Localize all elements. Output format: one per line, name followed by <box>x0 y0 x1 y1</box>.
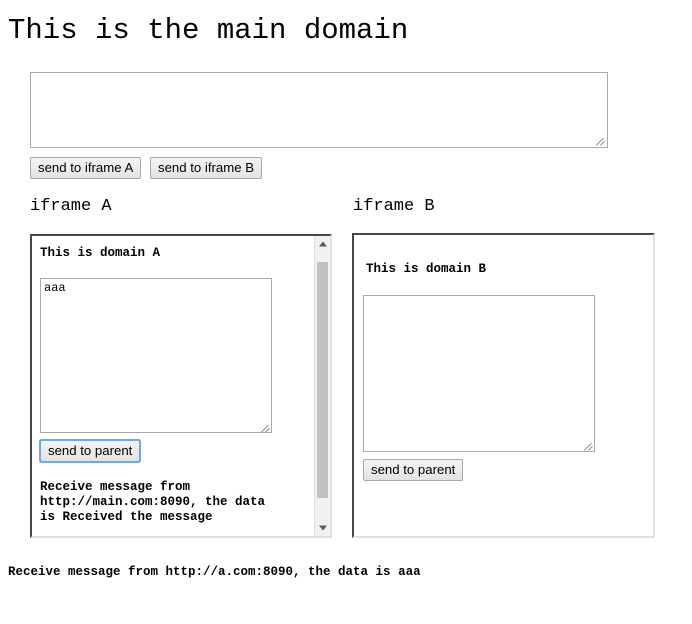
iframe-a-message-log: Receive message from http://main.com:809… <box>40 480 266 524</box>
iframe-b-textarea[interactable] <box>363 295 595 452</box>
send-to-iframe-b-button[interactable]: send to iframe B <box>150 157 263 179</box>
iframe-a-document: This is domain A send to parent Receive … <box>32 236 330 536</box>
iframe-a-container[interactable]: This is domain A send to parent Receive … <box>30 234 332 538</box>
iframe-a-send-to-parent-button[interactable]: send to parent <box>38 439 142 463</box>
scrollbar-thumb[interactable] <box>317 262 328 498</box>
iframe-b-document: This is domain B send to parent <box>354 235 653 536</box>
page-title: This is the main domain <box>8 14 409 47</box>
iframe-b-heading: iframe B <box>353 197 435 216</box>
main-message-textarea[interactable] <box>30 72 608 148</box>
scroll-up-arrow-icon[interactable] <box>315 236 330 252</box>
iframe-a-heading: iframe A <box>30 197 112 216</box>
send-to-iframe-a-button[interactable]: send to iframe A <box>30 157 142 179</box>
iframe-a-textarea[interactable] <box>40 278 272 433</box>
parent-received-message: Receive message from http://a.com:8090, … <box>8 565 421 579</box>
iframe-b-send-to-parent-button[interactable]: send to parent <box>363 459 464 481</box>
iframe-b-domain-title: This is domain B <box>366 262 487 276</box>
iframe-b-container[interactable]: This is domain B send to parent <box>352 233 655 538</box>
iframe-a-domain-title: This is domain A <box>40 246 161 260</box>
iframe-a-scrollbar[interactable] <box>314 236 330 536</box>
scroll-down-arrow-icon[interactable] <box>315 520 330 536</box>
